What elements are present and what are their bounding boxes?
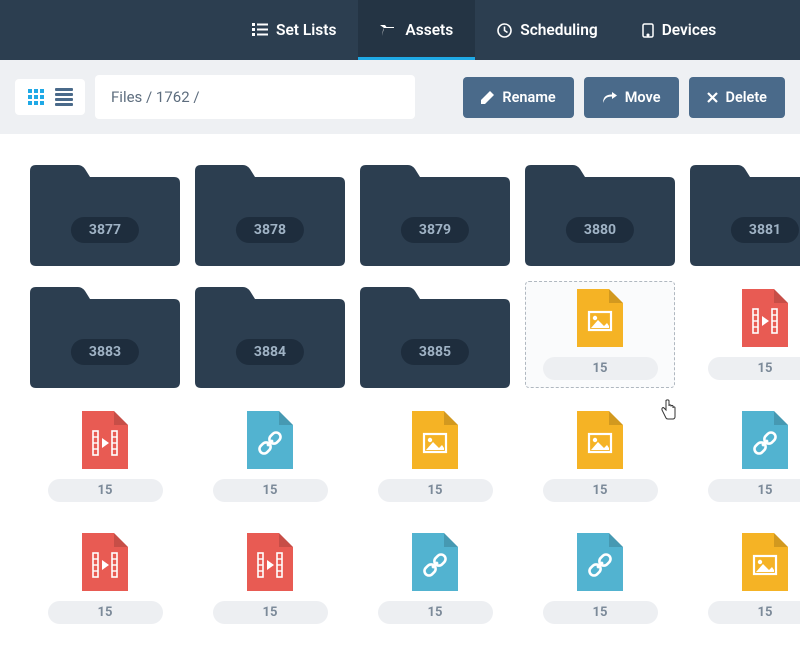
content-area: 3877 3878 3879 3880 3881 3883 3884 3885 15 15 15 15… bbox=[0, 134, 800, 657]
folder-open-icon bbox=[380, 23, 397, 37]
grid-icon bbox=[28, 89, 44, 105]
move-label: Move bbox=[625, 89, 661, 106]
folder-3878[interactable]: 3878 bbox=[195, 159, 345, 266]
tablet-icon bbox=[642, 23, 654, 38]
file-item[interactable]: 15 bbox=[525, 403, 675, 510]
folder-label: 3884 bbox=[236, 339, 304, 365]
close-icon bbox=[707, 92, 718, 103]
folder-3879[interactable]: 3879 bbox=[360, 159, 510, 266]
nav-setlists[interactable]: Set Lists bbox=[230, 0, 358, 60]
folder-label: 3880 bbox=[566, 217, 634, 243]
nav-scheduling[interactable]: Scheduling bbox=[475, 0, 619, 60]
file-item[interactable]: 15 bbox=[525, 525, 675, 632]
folder-label: 3881 bbox=[731, 217, 799, 243]
nav-setlists-label: Set Lists bbox=[276, 21, 336, 39]
folder-label: 3883 bbox=[71, 339, 139, 365]
file-label: 15 bbox=[48, 479, 163, 502]
view-toggle bbox=[15, 79, 85, 115]
file-label: 15 bbox=[543, 479, 658, 502]
file-item[interactable]: 15 bbox=[360, 525, 510, 632]
folder-3880[interactable]: 3880 bbox=[525, 159, 675, 266]
move-button[interactable]: Move bbox=[584, 77, 679, 118]
file-label: 15 bbox=[708, 601, 800, 624]
toolbar: Files / 1762 / Rename Move Delete bbox=[0, 60, 800, 134]
file-item[interactable]: 15 bbox=[525, 281, 675, 388]
file-item[interactable]: 15 bbox=[690, 525, 800, 632]
move-icon bbox=[602, 92, 617, 103]
file-label: 15 bbox=[708, 357, 800, 380]
list-view-button[interactable] bbox=[55, 88, 73, 106]
nav-devices[interactable]: Devices bbox=[620, 0, 739, 60]
file-label: 15 bbox=[378, 479, 493, 502]
file-item[interactable]: 15 bbox=[690, 281, 800, 388]
file-label: 15 bbox=[213, 479, 328, 502]
list-view-icon bbox=[55, 88, 73, 106]
nav-assets-label: Assets bbox=[405, 21, 453, 39]
folder-3881[interactable]: 3881 bbox=[690, 159, 800, 266]
folder-3885[interactable]: 3885 bbox=[360, 281, 510, 388]
folder-3877[interactable]: 3877 bbox=[30, 159, 180, 266]
edit-icon bbox=[481, 91, 494, 104]
file-label: 15 bbox=[378, 601, 493, 624]
delete-button[interactable]: Delete bbox=[689, 77, 786, 118]
folder-3883[interactable]: 3883 bbox=[30, 281, 180, 388]
folder-3884[interactable]: 3884 bbox=[195, 281, 345, 388]
delete-label: Delete bbox=[726, 89, 768, 106]
file-item[interactable]: 15 bbox=[690, 403, 800, 510]
file-label: 15 bbox=[543, 601, 658, 624]
top-nav: Set Lists Assets Scheduling Devices bbox=[0, 0, 800, 60]
clock-icon bbox=[497, 23, 512, 38]
file-label: 15 bbox=[48, 601, 163, 624]
file-item[interactable]: 15 bbox=[195, 403, 345, 510]
nav-scheduling-label: Scheduling bbox=[520, 21, 597, 39]
nav-assets[interactable]: Assets bbox=[358, 0, 475, 60]
folder-label: 3885 bbox=[401, 339, 469, 365]
rename-button[interactable]: Rename bbox=[463, 77, 573, 118]
file-label: 15 bbox=[708, 479, 800, 502]
folder-label: 3877 bbox=[71, 217, 139, 243]
rename-label: Rename bbox=[502, 89, 555, 106]
folder-label: 3879 bbox=[401, 217, 469, 243]
file-item[interactable]: 15 bbox=[195, 525, 345, 632]
file-label: 15 bbox=[213, 601, 328, 624]
breadcrumb[interactable]: Files / 1762 / bbox=[95, 75, 415, 119]
list-icon bbox=[252, 23, 268, 37]
file-item[interactable]: 15 bbox=[30, 525, 180, 632]
grid-view-button[interactable] bbox=[27, 88, 45, 106]
folder-label: 3878 bbox=[236, 217, 304, 243]
file-item[interactable]: 15 bbox=[360, 403, 510, 510]
nav-devices-label: Devices bbox=[662, 21, 717, 39]
file-label: 15 bbox=[543, 357, 658, 380]
asset-grid: 3877 3878 3879 3880 3881 3883 3884 3885 15 15 15 15… bbox=[30, 159, 800, 632]
file-item[interactable]: 15 bbox=[30, 403, 180, 510]
